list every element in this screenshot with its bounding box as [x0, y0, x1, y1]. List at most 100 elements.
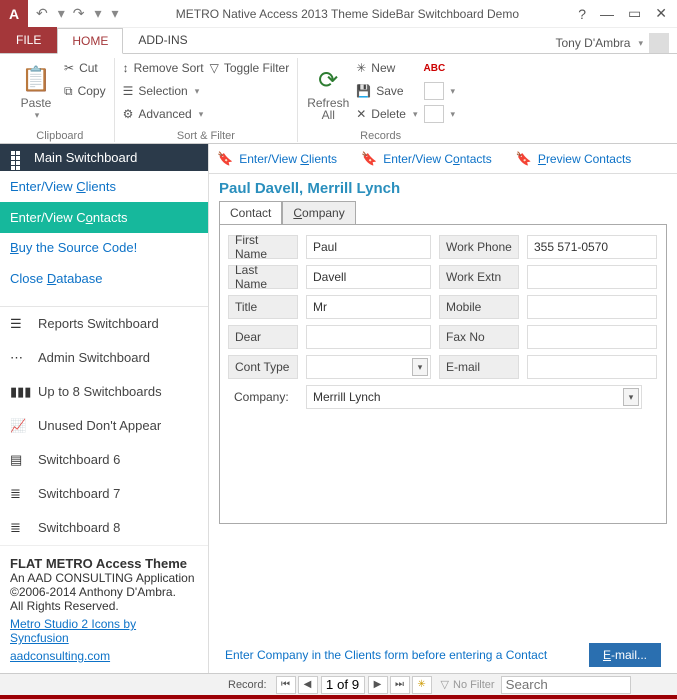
redo-icon[interactable]: ↷ — [73, 5, 85, 22]
recnav-label: Record: — [220, 679, 275, 691]
new-button[interactable]: ✳New — [356, 58, 417, 78]
copy-icon: ⧉ — [64, 84, 73, 99]
lbl-email: E-mail — [439, 355, 519, 379]
footer-link-aad[interactable]: aadconsulting.com — [10, 649, 110, 663]
sidebar-link-contacts[interactable]: Enter/View Contacts — [0, 202, 208, 233]
sidebar-link-clients[interactable]: Enter/View Clients — [0, 171, 208, 202]
sidebar-item-sb6[interactable]: ▤Switchboard 6 — [0, 443, 208, 477]
cont-type-field[interactable]: ▾ — [306, 355, 431, 379]
work-extn-field[interactable] — [527, 265, 657, 289]
first-record-button[interactable]: ⏮ — [276, 676, 296, 694]
title-field[interactable] — [306, 295, 431, 319]
chevron-down-icon: ▾ — [412, 358, 428, 376]
tab-addins[interactable]: ADD-INS — [123, 27, 202, 53]
email-button[interactable]: E-mail... — [589, 643, 661, 667]
record-search-field[interactable] — [501, 676, 631, 694]
prev-record-button[interactable]: ◀ — [298, 676, 318, 694]
delete-icon: ✕ — [356, 107, 366, 121]
sidebar-item-sb8[interactable]: ≣Switchboard 8 — [0, 511, 208, 545]
undo-icon[interactable]: ↶ — [36, 5, 48, 22]
group-sort-filter: ↕Remove Sort ☰Selection▾ ⚙Advanced▾ ▽Tog… — [115, 58, 299, 142]
footer-link-syncfusion[interactable]: Metro Studio 2 Icons by Syncfusion — [10, 617, 198, 645]
form-tab-company[interactable]: Company — [282, 201, 355, 224]
tab-home[interactable]: HOME — [57, 28, 123, 54]
mobile-field[interactable] — [527, 295, 657, 319]
grid-icon — [10, 151, 24, 165]
user-menu[interactable]: Tony D'Ambra ▾ — [547, 33, 677, 53]
sidebar-item-unused[interactable]: 📈Unused Don't Appear — [0, 409, 208, 443]
lbl-work-extn: Work Extn — [439, 265, 519, 289]
refresh-all-button[interactable]: ⟳ Refresh All — [306, 58, 350, 128]
sidebar-link-close-db[interactable]: Close Database — [0, 263, 208, 294]
footer-subtitle: An AAD CONSULTING Application — [10, 571, 195, 585]
document-tabstrip: 🔖Enter/View Clients 🔖Enter/View Contacts… — [209, 144, 677, 174]
advanced-icon: ⚙ — [123, 107, 134, 121]
lbl-work-phone: Work Phone — [439, 235, 519, 259]
sidebar-header[interactable]: Main Switchboard — [0, 144, 208, 171]
sidebar: Main Switchboard Enter/View Clients Ente… — [0, 144, 209, 673]
qat-customize-icon[interactable]: ▾ — [112, 5, 119, 22]
cut-button[interactable]: ✂Cut — [64, 58, 106, 78]
refresh-label: Refresh All — [306, 97, 350, 121]
no-filter-indicator[interactable]: ▽No Filter — [441, 678, 495, 691]
help-icon[interactable]: ? — [578, 6, 586, 22]
advanced-button[interactable]: ⚙Advanced▾ — [123, 104, 204, 124]
ribbon-tabs: FILE HOME ADD-INS Tony D'Ambra ▾ — [0, 28, 677, 54]
last-name-field[interactable] — [306, 265, 431, 289]
sidebar-item-admin[interactable]: ⋯Admin Switchboard — [0, 341, 208, 375]
company-field[interactable]: Merrill Lynch▾ — [306, 385, 642, 409]
doc-tab-clients[interactable]: 🔖Enter/View Clients — [217, 151, 337, 167]
minimize-icon[interactable]: — — [600, 6, 614, 22]
lbl-last-name: Last Name — [228, 265, 298, 289]
user-name: Tony D'Ambra — [555, 36, 630, 50]
delete-button[interactable]: ✕Delete▾ — [356, 104, 417, 124]
doc-tab-preview[interactable]: 🔖Preview Contacts — [516, 151, 632, 167]
sidebar-item-upto8[interactable]: ▮▮▮Up to 8 Switchboards — [0, 375, 208, 409]
bookmark-icon: 🔖 — [217, 151, 233, 167]
more-button[interactable]: ▾ — [424, 81, 456, 101]
footer-rights: All Rights Reserved. — [10, 599, 119, 613]
close-icon[interactable]: ✕ — [655, 5, 667, 22]
lbl-dear: Dear — [228, 325, 298, 349]
group-records: ⟳ Refresh All ✳New 💾Save ✕Delete▾ ABC ▾ … — [298, 58, 463, 142]
restore-icon[interactable]: ▭ — [628, 5, 641, 22]
last-record-button[interactable]: ⏭ — [390, 676, 410, 694]
sidebar-item-sb7[interactable]: ≣Switchboard 7 — [0, 477, 208, 511]
dear-field[interactable] — [306, 325, 431, 349]
paste-label: Paste — [21, 96, 52, 110]
first-name-field[interactable] — [306, 235, 431, 259]
form-tab-contact[interactable]: Contact — [219, 201, 282, 224]
paste-button[interactable]: 📋 Paste ▾ — [14, 58, 58, 128]
lbl-company: Company: — [228, 385, 298, 409]
record-position-field[interactable] — [321, 676, 365, 694]
doc-tab-contacts[interactable]: 🔖Enter/View Contacts — [361, 151, 492, 167]
lbl-mobile: Mobile — [439, 295, 519, 319]
spelling-button[interactable]: ABC — [424, 58, 456, 78]
new-record-button[interactable]: ✳ — [412, 676, 432, 694]
work-phone-field[interactable] — [527, 235, 657, 259]
status-bar — [0, 695, 677, 699]
next-record-button[interactable]: ▶ — [368, 676, 388, 694]
lbl-fax: Fax No — [439, 325, 519, 349]
selection-icon: ☰ — [123, 84, 134, 98]
more-icon — [424, 105, 444, 123]
list-icon: ≣ — [10, 486, 26, 502]
sidebar-item-reports[interactable]: ☰Reports Switchboard — [0, 307, 208, 341]
scissors-icon: ✂ — [64, 61, 74, 75]
fax-field[interactable] — [527, 325, 657, 349]
selection-button[interactable]: ☰Selection▾ — [123, 81, 204, 101]
redo-more-icon[interactable]: ▾ — [95, 5, 102, 22]
save-button[interactable]: 💾Save — [356, 81, 417, 101]
email-field[interactable] — [527, 355, 657, 379]
more2-button[interactable]: ▾ — [424, 104, 456, 124]
undo-more-icon[interactable]: ▾ — [58, 5, 65, 22]
copy-button[interactable]: ⧉Copy — [64, 81, 106, 101]
remove-sort-button[interactable]: ↕Remove Sort — [123, 58, 204, 78]
tab-file[interactable]: FILE — [0, 27, 57, 53]
admin-icon: ⋯ — [10, 350, 26, 366]
group-clipboard: 📋 Paste ▾ ✂Cut ⧉Copy Clipboard — [6, 58, 115, 142]
bookmark-icon: 🔖 — [361, 151, 377, 167]
chevron-down-icon: ▾ — [451, 109, 456, 120]
sidebar-link-buy[interactable]: Buy the Source Code! — [0, 233, 208, 264]
toggle-filter-button[interactable]: ▽Toggle Filter — [210, 58, 290, 78]
